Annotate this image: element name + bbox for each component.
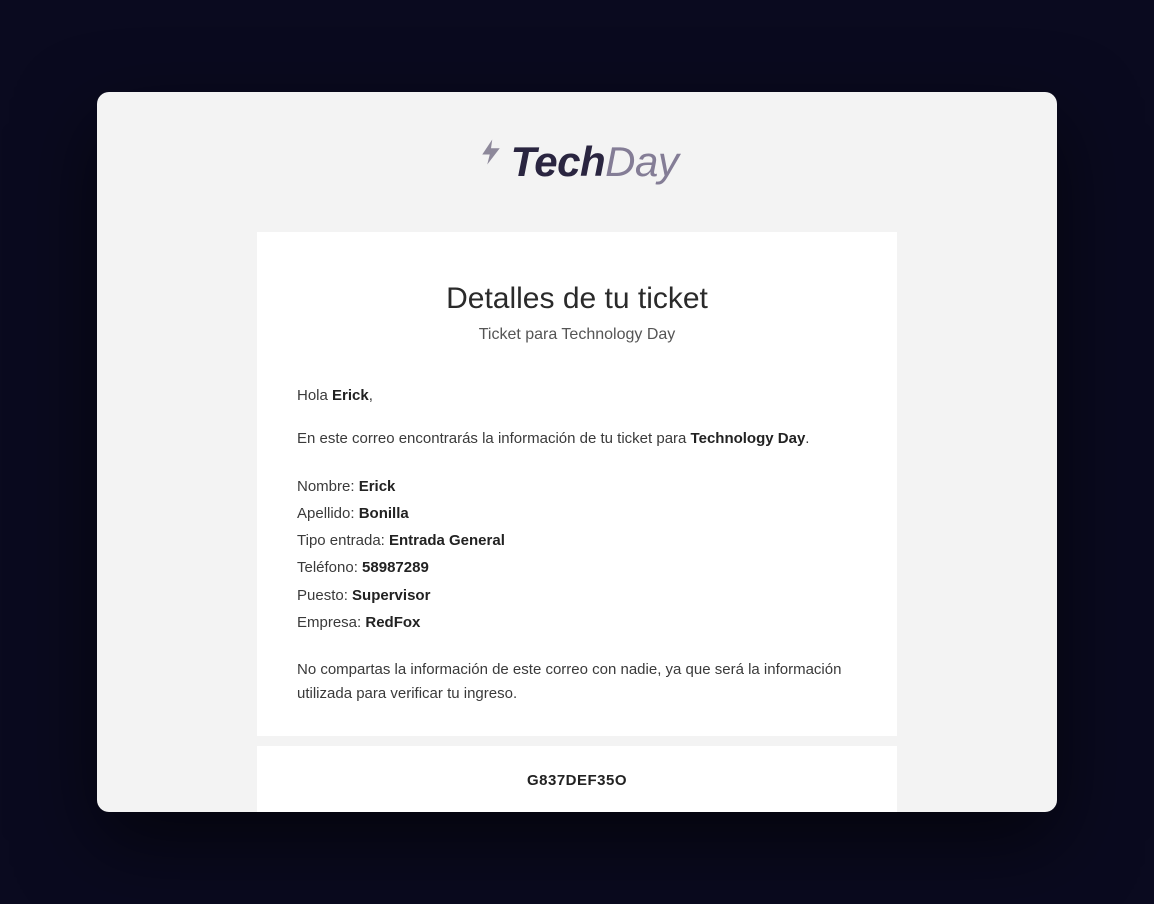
field-telefono: Teléfono: 58987289 — [297, 556, 857, 579]
fields-block: Nombre: Erick Apellido: Bonilla Tipo ent… — [297, 475, 857, 635]
email-header: TechDay — [97, 92, 1057, 232]
puesto-label: Puesto: — [297, 587, 352, 604]
tipo-label: Tipo entrada: — [297, 532, 389, 549]
apellido-label: Apellido: — [297, 505, 359, 522]
telefono-value: 58987289 — [362, 559, 429, 576]
field-empresa: Empresa: RedFox — [297, 611, 857, 634]
puesto-value: Supervisor — [352, 587, 430, 604]
empresa-label: Empresa: — [297, 614, 365, 631]
intro-bold: Technology Day — [691, 430, 806, 447]
card-subtitle: Ticket para Technology Day — [297, 326, 857, 344]
apellido-value: Bonilla — [359, 505, 409, 522]
greeting-name: Erick — [332, 387, 369, 404]
telefono-label: Teléfono: — [297, 559, 362, 576]
disclaimer-text: No compartas la información de este corr… — [297, 658, 857, 706]
qr-section — [257, 796, 897, 812]
empresa-value: RedFox — [365, 614, 420, 631]
intro-prefix: En este correo encontrarás la informació… — [297, 430, 691, 447]
logo-text: TechDay — [511, 138, 679, 186]
intro-suffix: . — [805, 430, 809, 447]
field-nombre: Nombre: Erick — [297, 475, 857, 498]
ticket-code: G837DEF35O — [527, 772, 627, 789]
field-tipo: Tipo entrada: Entrada General — [297, 529, 857, 552]
code-section: G837DEF35O — [257, 746, 897, 796]
logo-strong: Tech — [511, 138, 605, 185]
greeting-prefix: Hola — [297, 387, 332, 404]
greeting: Hola Erick, — [297, 384, 857, 407]
email-frame: TechDay Detalles de tu ticket Ticket par… — [97, 92, 1057, 812]
nombre-label: Nombre: — [297, 478, 359, 495]
tipo-value: Entrada General — [389, 532, 505, 549]
lightning-icon — [476, 137, 506, 167]
ticket-card: Detalles de tu ticket Ticket para Techno… — [257, 232, 897, 736]
greeting-suffix: , — [369, 387, 373, 404]
field-puesto: Puesto: Supervisor — [297, 584, 857, 607]
card-title: Detalles de tu ticket — [297, 282, 857, 316]
intro-text: En este correo encontrarás la informació… — [297, 427, 857, 450]
logo: TechDay — [476, 138, 679, 186]
logo-light: Day — [605, 138, 678, 185]
nombre-value: Erick — [359, 478, 396, 495]
field-apellido: Apellido: Bonilla — [297, 502, 857, 525]
